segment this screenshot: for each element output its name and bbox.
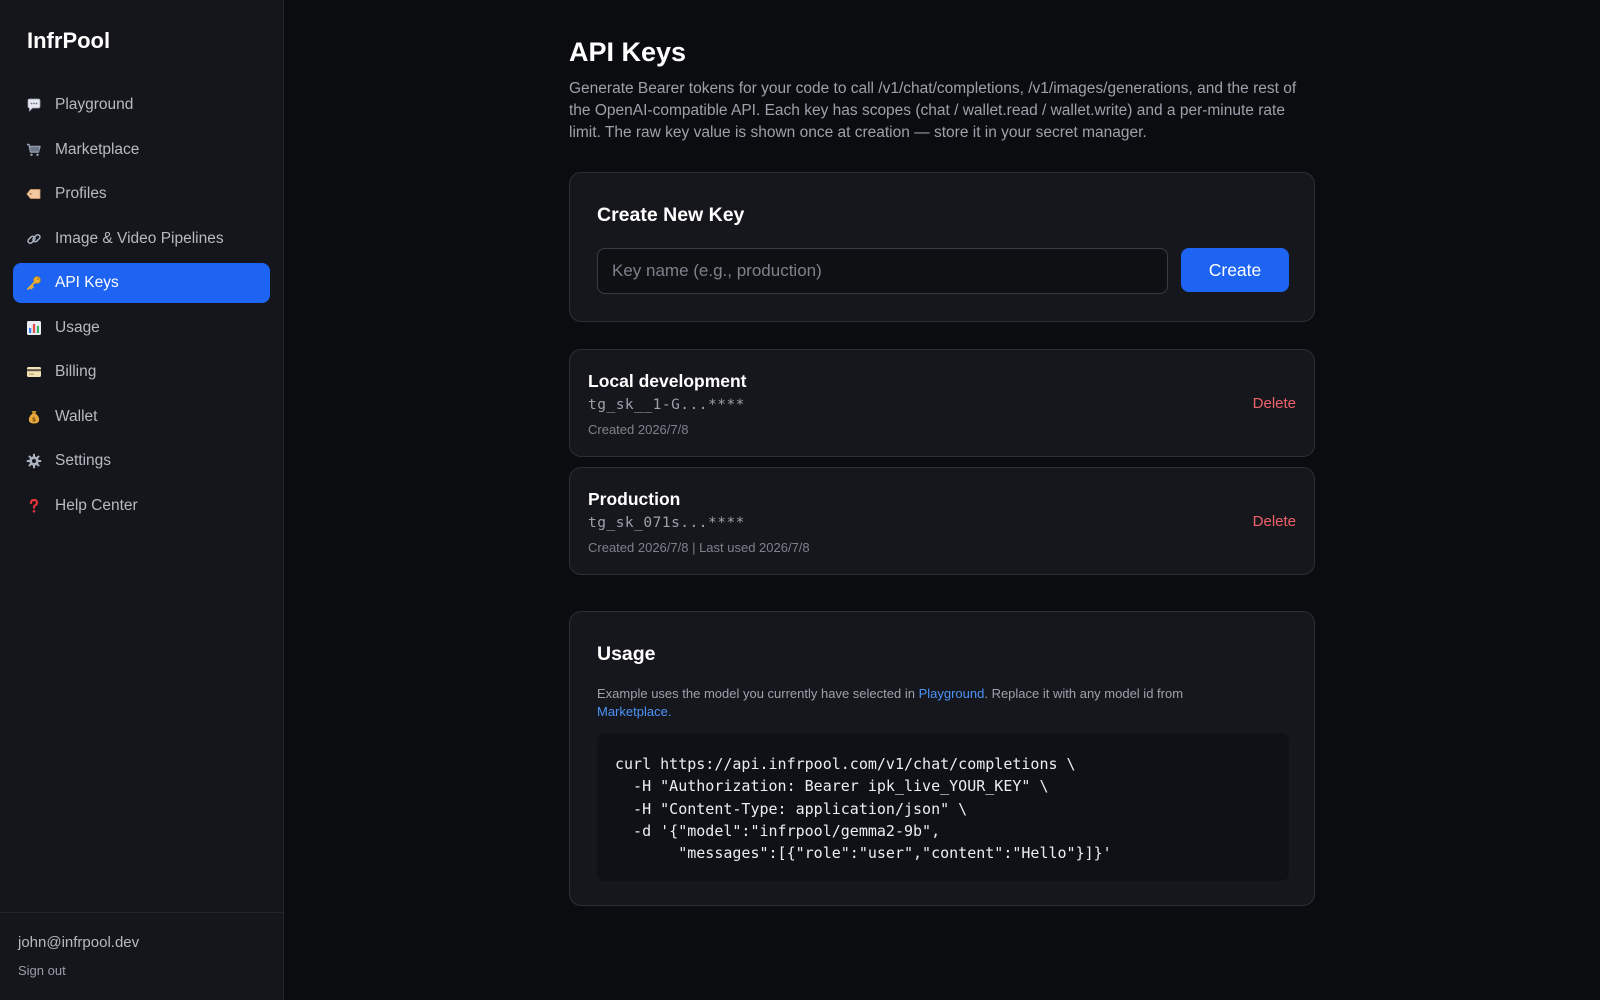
sidebar-item-profiles[interactable]: Profiles (13, 174, 270, 214)
key-name-input[interactable] (597, 248, 1168, 294)
sidebar: InfrPool Playground Marketplace Profiles… (0, 0, 284, 1000)
speech-bubble-icon (26, 97, 42, 113)
create-key-card: Create New Key Create (569, 172, 1315, 322)
sidebar-item-label: Image & Video Pipelines (55, 229, 224, 247)
sidebar-item-api-keys[interactable]: API Keys (13, 263, 270, 303)
credit-card-icon (26, 364, 42, 380)
link-chain-icon (26, 231, 42, 247)
svg-text:$: $ (32, 416, 36, 423)
question-mark-icon (26, 498, 42, 514)
user-email: john@infrpool.dev (18, 934, 140, 951)
sidebar-item-label: Settings (55, 452, 112, 469)
sidebar-item-label: Marketplace (55, 140, 140, 158)
delete-key-button[interactable]: Delete (1253, 395, 1296, 412)
delete-key-button[interactable]: Delete (1253, 513, 1296, 530)
key-icon (26, 275, 42, 291)
sidebar-item-label: Profiles (55, 185, 107, 202)
sidebar-nav: Playground Marketplace Profiles Image & … (13, 85, 270, 530)
create-key-title: Create New Key (597, 204, 745, 226)
key-meta: Created 2026/7/8 (588, 422, 689, 437)
api-key-item: Local development tg_sk__1-G...**** Crea… (569, 349, 1315, 457)
playground-link[interactable]: Playground (919, 686, 985, 701)
key-value: tg_sk__1-G...**** (588, 397, 745, 413)
key-meta: Created 2026/7/8 | Last used 2026/7/8 (588, 540, 810, 555)
label-tag-icon (26, 186, 42, 202)
sidebar-item-usage[interactable]: Usage (13, 308, 270, 348)
usage-note-middle: . Replace it with any model id from (984, 686, 1184, 701)
usage-note-prefix: Example uses the model you currently hav… (597, 686, 919, 701)
marketplace-link[interactable]: Marketplace (597, 704, 668, 719)
usage-note: Example uses the model you currently hav… (597, 685, 1257, 721)
page-title: API Keys (569, 37, 687, 67)
app-logo[interactable]: InfrPool (27, 28, 110, 54)
code-example[interactable]: curl https://api.infrpool.com/v1/chat/co… (597, 733, 1289, 881)
sidebar-footer: john@infrpool.dev Sign out (0, 912, 284, 1000)
sidebar-item-image-video-pipelines[interactable]: Image & Video Pipelines (13, 219, 270, 259)
sidebar-item-label: API Keys (55, 274, 119, 291)
sidebar-item-help-center[interactable]: Help Center (13, 486, 270, 526)
sidebar-item-label: Playground (55, 96, 134, 113)
usage-card: Usage Example uses the model you current… (569, 611, 1315, 906)
sidebar-item-label: Billing (55, 363, 97, 380)
sidebar-item-billing[interactable]: Billing (13, 352, 270, 392)
sidebar-item-label: Help Center (55, 496, 138, 514)
sidebar-item-wallet[interactable]: $ Wallet (13, 397, 270, 437)
money-bag-icon: $ (26, 409, 42, 425)
sidebar-item-label: Wallet (55, 407, 98, 425)
sign-out-link[interactable]: Sign out (18, 963, 66, 978)
create-key-button[interactable]: Create (1181, 248, 1289, 292)
bar-chart-icon (26, 320, 42, 336)
sidebar-item-marketplace[interactable]: Marketplace (13, 130, 270, 170)
gear-icon (26, 453, 42, 469)
sidebar-item-playground[interactable]: Playground (13, 85, 270, 125)
shopping-cart-icon (26, 142, 42, 158)
page-description: Generate Bearer tokens for your code to … (569, 80, 1297, 141)
key-name: Production (588, 489, 681, 509)
key-value: tg_sk_071s...**** (588, 515, 745, 531)
key-name: Local development (588, 371, 747, 391)
usage-note-suffix: . (667, 704, 672, 719)
sidebar-item-settings[interactable]: Settings (13, 441, 270, 481)
usage-title: Usage (597, 643, 656, 665)
api-key-item: Production tg_sk_071s...**** Created 202… (569, 467, 1315, 575)
sidebar-item-label: Usage (55, 318, 100, 336)
